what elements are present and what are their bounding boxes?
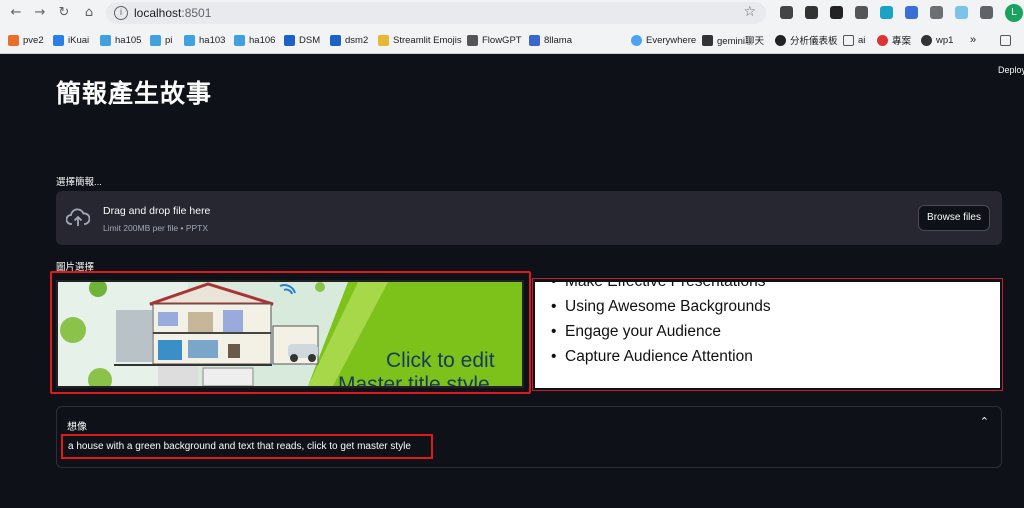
browse-files-button[interactable]: Browse files [918, 205, 990, 231]
extension-icon[interactable] [955, 6, 968, 19]
bookmark-item[interactable]: Everywhere [631, 32, 696, 48]
bookmark-favicon-icon [8, 34, 19, 46]
browser-toolbar: ← → ↻ ⌂ i localhost:8501 ☆ L [0, 0, 1024, 26]
bookmark-item[interactable]: pi [150, 32, 172, 48]
dropzone-title: Drag and drop file here [103, 205, 211, 217]
chevron-up-icon[interactable]: ⌃ [980, 415, 989, 428]
home-assistant-icon [234, 34, 245, 46]
expander-title[interactable]: 想像 [67, 418, 87, 433]
folder-icon[interactable] [1000, 32, 1015, 48]
slide-bullet: Make Effective Presentations [551, 282, 766, 291]
image-caption-text: a house with a green background and text… [68, 441, 411, 452]
slide-bullet: Engage your Audience [551, 323, 721, 341]
folder-icon [843, 34, 854, 46]
address-bar[interactable]: i localhost:8501 ☆ [106, 2, 766, 24]
site-info-icon[interactable]: i [114, 6, 128, 20]
analytics-icon [775, 34, 786, 46]
deploy-button[interactable]: Deploy [998, 65, 1024, 75]
back-icon[interactable]: ← [6, 3, 26, 23]
github-icon [702, 34, 713, 46]
slide-subtitle-text: Master title style [338, 373, 490, 386]
slide-image-2[interactable]: Make Effective Presentations Using Aweso… [535, 282, 1000, 388]
bookmark-item[interactable]: dsm2 [330, 32, 368, 48]
extension-icon[interactable] [855, 6, 868, 19]
forward-icon[interactable]: → [30, 3, 50, 23]
bookmarks-more-button[interactable]: » [970, 32, 976, 48]
reload-icon[interactable]: ↻ [54, 3, 74, 23]
slide-bullet: Capture Audience Attention [551, 348, 753, 366]
folder-icon [378, 34, 389, 46]
llama-icon [529, 34, 540, 46]
bookmark-item[interactable]: gemini聊天 [702, 32, 764, 48]
extensions-puzzle-icon[interactable] [980, 6, 993, 19]
bookmarks-bar: pve2 iKuai ha105 pi ha103 ha106 DSM dsm2… [0, 30, 1024, 50]
slide-title-text: Click to edit [386, 349, 495, 372]
home-assistant-icon [150, 34, 161, 46]
bookmark-item[interactable]: ha105 [100, 32, 141, 48]
extension-icon[interactable] [880, 6, 893, 19]
bookmark-item[interactable]: ai [843, 32, 865, 48]
bookmark-favicon-icon [53, 34, 64, 46]
home-assistant-icon [100, 34, 111, 46]
extension-icon[interactable] [930, 6, 943, 19]
bookmark-item[interactable]: 8llama [529, 32, 572, 48]
slide-image-1[interactable]: Click to edit Master title style [56, 280, 524, 388]
extension-icon[interactable] [830, 6, 843, 19]
home-assistant-icon [184, 34, 195, 46]
bookmark-item[interactable]: ha106 [234, 32, 275, 48]
browser-chrome: ← → ↻ ⌂ i localhost:8501 ☆ L pve2 iKuai … [0, 0, 1024, 54]
wordpress-icon [921, 34, 932, 46]
gauge-icon [877, 34, 888, 46]
page-title: 簡報產生故事 [56, 80, 213, 108]
cloud-upload-icon [66, 208, 90, 226]
bookmark-item[interactable]: Streamlit Emojis [378, 32, 462, 48]
house-illustration: Click to edit Master title style [58, 282, 522, 386]
imagine-expander: 想像 ⌃ a house with a green background and… [56, 406, 1002, 468]
uploader-label: 選擇簡報... [56, 177, 102, 188]
bookmark-item[interactable]: DSM [284, 32, 320, 48]
bookmark-item[interactable]: ha103 [184, 32, 225, 48]
bookmark-star-icon[interactable]: ☆ [743, 4, 756, 20]
bookmark-item[interactable]: wp1 [921, 32, 953, 48]
dsm-icon [330, 34, 341, 46]
bookmark-item[interactable]: 分析儀表板 [775, 32, 838, 48]
bookmark-item[interactable]: 專案 [877, 32, 911, 48]
url-text: localhost:8501 [134, 6, 212, 20]
folder-icon [1000, 34, 1011, 46]
slide-bullet: Using Awesome Backgrounds [551, 298, 771, 316]
bookmark-item[interactable]: pve2 [8, 32, 44, 48]
chat-bubble-icon [631, 34, 642, 46]
extension-icon[interactable] [805, 6, 818, 19]
extension-icon[interactable] [905, 6, 918, 19]
profile-avatar[interactable]: L [1005, 4, 1023, 22]
flowgpt-icon [467, 34, 478, 46]
caption-highlight: a house with a green background and text… [61, 434, 433, 459]
home-icon[interactable]: ⌂ [79, 3, 99, 23]
dsm-icon [284, 34, 295, 46]
bookmark-item[interactable]: FlowGPT [467, 32, 522, 48]
dropzone-limit-text: Limit 200MB per file • PPTX [103, 223, 209, 233]
bookmark-item[interactable]: iKuai [53, 32, 89, 48]
file-dropzone[interactable]: Drag and drop file here Limit 200MB per … [56, 191, 1002, 245]
extension-icon[interactable] [780, 6, 793, 19]
